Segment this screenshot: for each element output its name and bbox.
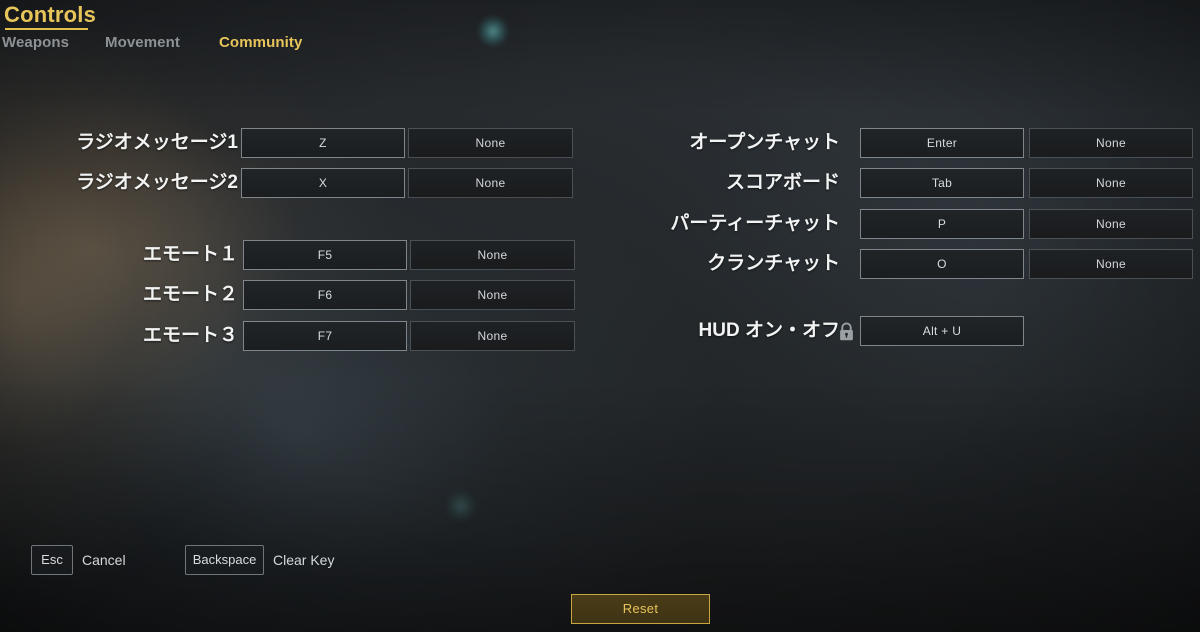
keybind-primary[interactable]: P [860, 209, 1024, 239]
keybind-primary[interactable]: Alt + U [860, 316, 1024, 346]
keybind-secondary[interactable]: None [410, 280, 575, 310]
keybind-primary[interactable]: F6 [243, 280, 407, 310]
keybind-secondary[interactable]: None [408, 128, 573, 158]
binding-label: スコアボード [725, 172, 840, 193]
binding-label: パーティーチャット [670, 213, 840, 234]
bokeh-light-icon [478, 16, 508, 46]
hint-label-cancel: Cancel [82, 552, 126, 568]
bokeh-light-secondary-icon [447, 492, 475, 520]
tab-community[interactable]: Community [219, 34, 302, 51]
keybind-primary[interactable]: F5 [243, 240, 407, 270]
binding-label: ラジオメッセージ1 [76, 132, 238, 153]
settings-screen: Controls Weapons Movement Community ラジオメ… [0, 0, 1200, 632]
hint-label-clear-key: Clear Key [273, 552, 335, 568]
keybind-secondary[interactable]: None [410, 240, 575, 270]
page-title: Controls [4, 2, 97, 27]
binding-label: エモート１ [142, 244, 238, 265]
reset-button[interactable]: Reset [571, 594, 710, 624]
keybind-secondary[interactable]: None [1029, 249, 1193, 279]
keybind-secondary[interactable]: None [1029, 168, 1193, 198]
binding-label: HUD オン・オフ [698, 320, 840, 341]
keybind-primary[interactable]: Z [241, 128, 405, 158]
keybind-secondary[interactable]: None [1029, 128, 1193, 158]
lock-icon [838, 322, 855, 341]
binding-label: クランチャット [707, 253, 840, 274]
binding-label: エモート３ [142, 325, 238, 346]
binding-label: エモート２ [142, 284, 238, 305]
keybind-primary[interactable]: X [241, 168, 405, 198]
hint-key-backspace[interactable]: Backspace [185, 545, 264, 575]
keybind-primary[interactable]: O [860, 249, 1024, 279]
keybind-secondary[interactable]: None [1029, 209, 1193, 239]
binding-label: オープンチャット [689, 132, 840, 153]
keybind-primary[interactable]: F7 [243, 321, 407, 351]
tab-movement[interactable]: Movement [105, 34, 180, 51]
binding-label: ラジオメッセージ2 [76, 172, 238, 193]
page-title-underline [5, 28, 88, 30]
tab-weapons[interactable]: Weapons [2, 34, 69, 51]
keybind-secondary[interactable]: None [408, 168, 573, 198]
keybind-primary[interactable]: Enter [860, 128, 1024, 158]
hint-key-esc[interactable]: Esc [31, 545, 73, 575]
keybind-primary[interactable]: Tab [860, 168, 1024, 198]
keybind-secondary[interactable]: None [410, 321, 575, 351]
